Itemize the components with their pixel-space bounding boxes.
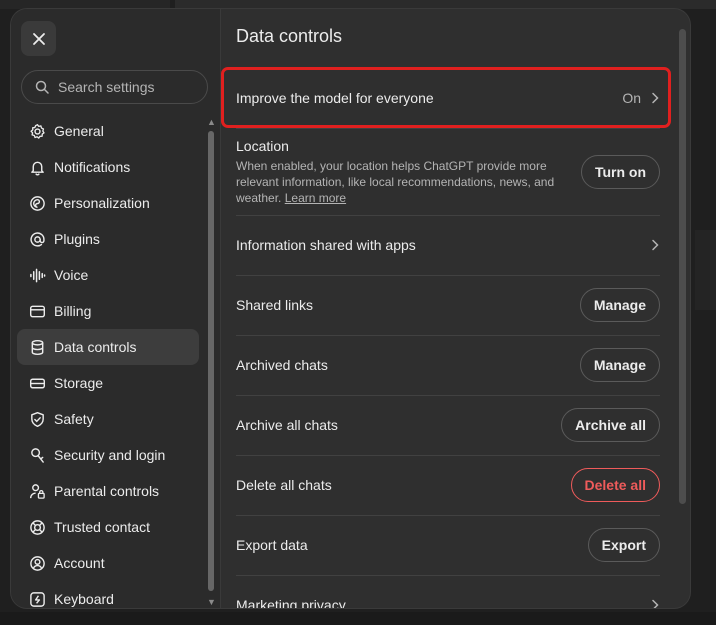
background-panel [0,612,716,625]
archive-all-chats-row: Archive all chats Archive all [236,395,660,456]
sidebar-item-parental-controls[interactable]: Parental controls [17,473,199,509]
archived-chats-label: Archived chats [236,357,328,373]
close-icon [32,32,45,45]
sidebar-item-label: Safety [54,411,94,427]
database-icon [28,338,46,356]
shield-check-icon [28,410,46,428]
sidebar-item-label: Data controls [54,339,137,355]
sidebar-item-label: Plugins [54,231,100,247]
location-description: When enabled, your location helps ChatGP… [236,158,566,206]
scroll-up-arrow-icon[interactable]: ▲ [207,117,216,127]
background-panel [175,0,716,9]
archive-all-button[interactable]: Archive all [561,408,660,442]
sidebar-item-label: Parental controls [54,483,160,499]
sidebar-item-label: Voice [54,267,89,283]
archived-chats-row: Archived chats Manage [236,335,660,396]
chevron-right-icon [652,239,659,251]
key-icon [28,446,46,464]
content-scrollbar[interactable] [678,29,686,594]
archive-all-label: Archive all chats [236,417,338,433]
export-data-label: Export data [236,537,308,553]
waveform-icon [28,266,46,284]
scroll-down-arrow-icon[interactable]: ▼ [207,597,216,607]
sidebar-item-safety[interactable]: Safety [17,401,199,437]
data-controls-panel: Data controls Improve the model for ever… [221,9,690,608]
bell-icon [28,158,46,176]
sidebar-item-data-controls[interactable]: Data controls [17,329,199,365]
sidebar-item-security-and-login[interactable]: Security and login [17,437,199,473]
information-shared-with-apps-row[interactable]: Information shared with apps [236,215,660,276]
at-sign-icon [28,230,46,248]
delete-all-chats-row: Delete all chats Delete all [236,455,660,516]
manage-archived-chats-button[interactable]: Manage [579,348,660,382]
location-description-text: When enabled, your location helps ChatGP… [236,158,555,205]
background-panel [0,0,170,9]
location-row: Location When enabled, your location hel… [236,128,660,216]
export-data-row: Export data Export [236,515,660,576]
location-label: Location [236,137,289,154]
sidebar-item-plugins[interactable]: Plugins [17,221,199,257]
sidebar-item-label: Billing [54,303,92,319]
search-field[interactable] [21,70,208,104]
settings-nav: General Notifications Personalization Pl… [17,113,199,608]
person-lock-icon [28,482,46,500]
sidebar-item-keyboard[interactable]: Keyboard [17,581,199,608]
sidebar-item-general[interactable]: General [17,113,199,149]
information-shared-label: Information shared with apps [236,237,416,253]
marketing-privacy-label: Marketing privacy [236,597,346,608]
search-input[interactable] [58,79,198,95]
sidebar-item-notifications[interactable]: Notifications [17,149,199,185]
sidebar-item-billing[interactable]: Billing [17,293,199,329]
sidebar-item-account[interactable]: Account [17,545,199,581]
storage-icon [28,374,46,392]
sidebar-item-label: Keyboard [54,591,114,607]
manage-shared-links-button[interactable]: Manage [579,288,660,322]
delete-all-label: Delete all chats [236,477,332,493]
sidebar-item-label: General [54,123,104,139]
page-title: Data controls [236,26,343,46]
keyboard-icon [28,590,46,608]
highlight-box [221,67,671,128]
search-icon [35,80,49,94]
background-panel [695,230,716,310]
sidebar-item-label: Trusted contact [54,519,150,535]
sidebar-item-trusted-contact[interactable]: Trusted contact [17,509,199,545]
location-text: Location When enabled, your location hel… [236,138,566,206]
lifebuoy-icon [28,518,46,536]
learn-more-link[interactable]: Learn more [285,191,346,205]
sidebar-item-label: Account [54,555,105,571]
gear-icon [28,122,46,140]
shared-links-row: Shared links Manage [236,275,660,336]
marketing-privacy-row[interactable]: Marketing privacy [236,575,660,608]
personalization-icon [28,194,46,212]
sidebar-item-label: Storage [54,375,104,391]
shared-links-label: Shared links [236,297,314,313]
settings-sidebar: General Notifications Personalization Pl… [11,9,221,608]
scrollbar-thumb[interactable] [679,29,686,504]
user-circle-icon [28,554,46,572]
turn-on-location-button[interactable]: Turn on [580,154,660,189]
sidebar-item-personalization[interactable]: Personalization [17,185,199,221]
delete-all-button[interactable]: Delete all [570,468,660,502]
settings-dialog: General Notifications Personalization Pl… [11,9,690,608]
chevron-right-icon [652,599,659,608]
sidebar-item-label: Security and login [54,447,166,463]
sidebar-item-storage[interactable]: Storage [17,365,199,401]
close-button[interactable] [21,21,56,56]
sidebar-item-voice[interactable]: Voice [17,257,199,293]
credit-card-icon [28,302,46,320]
sidebar-item-label: Notifications [54,159,131,175]
scrollbar-thumb[interactable] [208,131,214,591]
export-button[interactable]: Export [587,528,660,562]
sidebar-item-label: Personalization [54,195,150,211]
sidebar-scrollbar[interactable]: ▲ ▼ [207,117,216,608]
